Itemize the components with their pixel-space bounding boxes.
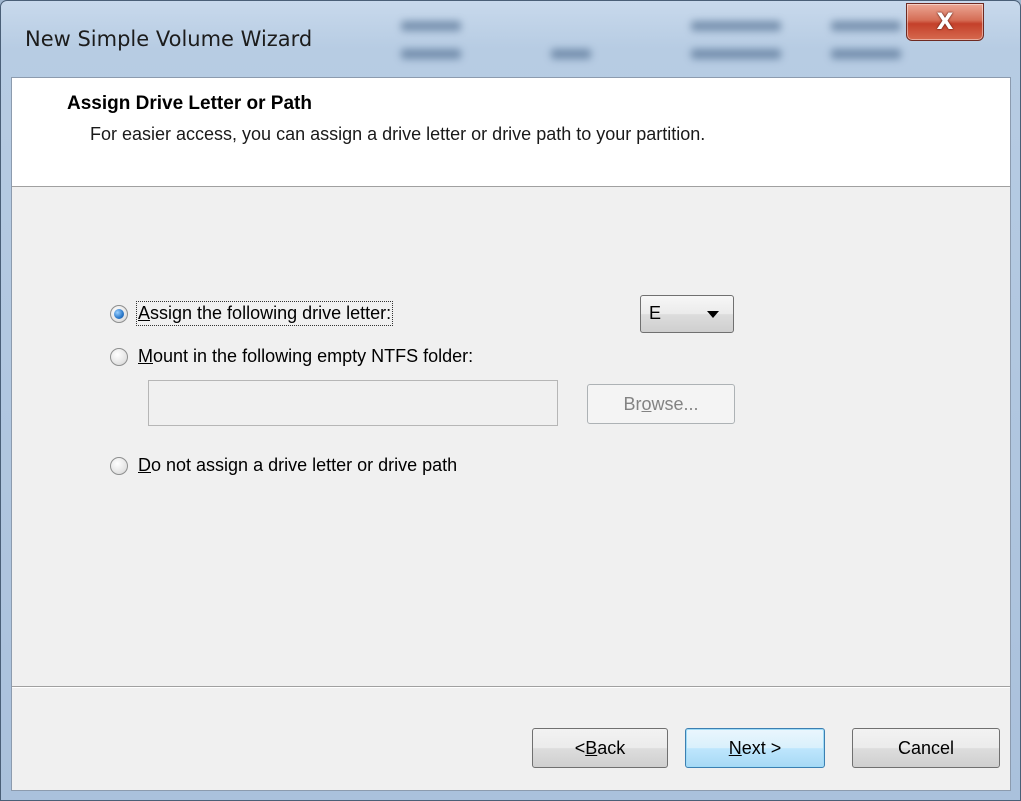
browse-button[interactable]: Br o wse... xyxy=(587,384,735,424)
mount-folder-label[interactable]: Mount in the following empty NTFS folder… xyxy=(138,346,473,367)
back-label-pre: < xyxy=(574,737,586,758)
mount-folder-access-key: M xyxy=(138,346,153,366)
browse-label-pre: Br xyxy=(623,393,642,414)
no-assign-radio[interactable] xyxy=(110,456,128,475)
close-button[interactable]: X xyxy=(906,3,984,41)
footer-divider xyxy=(12,686,1010,688)
assign-letter-label-text: ssign the following drive letter: xyxy=(150,303,392,323)
page-subtitle: For easier access, you can assign a driv… xyxy=(90,124,706,144)
no-assign-label-text: o not assign a drive letter or drive pat… xyxy=(151,455,458,475)
wizard-client-area: Assign Drive Letter or Path For easier a… xyxy=(11,77,1011,791)
assign-letter-access-key: A xyxy=(138,303,151,323)
back-label-post: ack xyxy=(597,737,626,758)
wizard-header: Assign Drive Letter or Path For easier a… xyxy=(12,78,1010,187)
next-access-key: N xyxy=(728,737,742,758)
next-label-post: ext > xyxy=(741,737,782,758)
no-assign-option[interactable]: Do not assign a drive letter or drive pa… xyxy=(110,455,457,476)
browse-label-post: wse... xyxy=(651,393,699,414)
back-access-key: B xyxy=(585,737,598,758)
window-title: New Simple Volume Wizard xyxy=(25,27,313,51)
folder-path-field[interactable] xyxy=(148,380,558,426)
next-button[interactable]: Next > xyxy=(685,728,825,768)
mount-folder-label-text: ount in the following empty NTFS folder: xyxy=(153,346,474,366)
assign-letter-label[interactable]: Assign the following drive letter: xyxy=(135,301,394,326)
wizard-window: New Simple Volume Wizard X Assign Drive … xyxy=(0,0,1021,801)
no-assign-label[interactable]: Do not assign a drive letter or drive pa… xyxy=(138,455,457,476)
assign-letter-option[interactable]: Assign the following drive letter: xyxy=(110,301,394,326)
mount-folder-radio[interactable] xyxy=(110,347,128,366)
close-icon: X xyxy=(936,9,954,35)
no-assign-access-key: D xyxy=(138,455,151,475)
drive-letter-value: E xyxy=(649,303,662,323)
cancel-button[interactable]: Cancel xyxy=(852,728,1000,768)
drive-letter-select[interactable]: E xyxy=(640,295,734,333)
browse-access-key: o xyxy=(641,393,652,414)
mount-folder-option[interactable]: Mount in the following empty NTFS folder… xyxy=(110,346,473,367)
back-button[interactable]: < Back xyxy=(532,728,668,768)
title-bar[interactable]: New Simple Volume Wizard X xyxy=(1,1,1020,79)
assign-letter-radio[interactable] xyxy=(110,304,128,323)
page-title: Assign Drive Letter or Path xyxy=(67,93,312,114)
chevron-down-icon xyxy=(707,311,719,318)
